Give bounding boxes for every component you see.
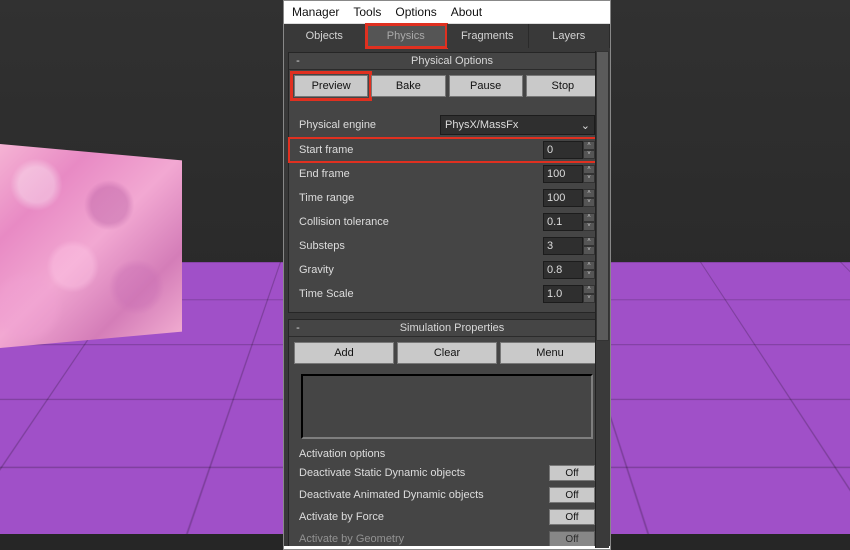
group-header-sim-props[interactable]: - Simulation Properties xyxy=(289,320,605,337)
row-gravity: Gravity ˄˅ xyxy=(289,258,605,282)
group-physical-options: - Physical Options Preview Bake Pause St… xyxy=(288,52,606,313)
group-title: Physical Options xyxy=(303,55,601,67)
add-button[interactable]: Add xyxy=(294,342,394,364)
row-time-scale: Time Scale ˄˅ xyxy=(289,282,605,306)
label-physical-engine: Physical engine xyxy=(299,119,440,131)
label-deact-static: Deactivate Static Dynamic objects xyxy=(299,467,549,479)
substeps-spinner[interactable]: ˄˅ xyxy=(543,237,595,255)
row-deact-static: Deactivate Static Dynamic objects Off xyxy=(289,462,605,484)
panel-body: - Physical Options Preview Bake Pause St… xyxy=(284,48,610,546)
menu-options[interactable]: Options xyxy=(395,5,436,19)
spin-up-icon[interactable]: ˄ xyxy=(583,213,595,222)
label-time-scale: Time Scale xyxy=(299,288,543,300)
collapse-icon[interactable]: - xyxy=(293,55,303,67)
clear-button[interactable]: Clear xyxy=(397,342,497,364)
spin-down-icon[interactable]: ˅ xyxy=(583,270,595,279)
activate-force-toggle[interactable]: Off xyxy=(549,509,595,525)
bake-button[interactable]: Bake xyxy=(371,75,445,97)
row-end-frame: End frame ˄˅ xyxy=(289,162,605,186)
row-activate-geometry: Activate by Geometry Off xyxy=(289,528,605,546)
preview-button[interactable]: Preview xyxy=(294,75,368,97)
spin-down-icon[interactable]: ˅ xyxy=(583,174,595,183)
label-gravity: Gravity xyxy=(299,264,543,276)
spin-down-icon[interactable]: ˅ xyxy=(583,222,595,231)
group-simulation-properties: - Simulation Properties Add Clear Menu A… xyxy=(288,319,606,546)
spin-up-icon[interactable]: ˄ xyxy=(583,285,595,294)
label-collision-tolerance: Collision tolerance xyxy=(299,216,543,228)
time-scale-spinner[interactable]: ˄˅ xyxy=(543,285,595,303)
tab-fragments[interactable]: Fragments xyxy=(447,24,529,48)
start-frame-input[interactable] xyxy=(543,141,583,159)
spin-up-icon[interactable]: ˄ xyxy=(583,261,595,270)
physics-panel-window: Manager Tools Options About Objects Phys… xyxy=(283,0,611,550)
substeps-input[interactable] xyxy=(543,237,583,255)
tab-objects[interactable]: Objects xyxy=(284,24,366,48)
pause-button[interactable]: Pause xyxy=(449,75,523,97)
row-substeps: Substeps ˄˅ xyxy=(289,234,605,258)
spin-down-icon[interactable]: ˅ xyxy=(583,150,595,159)
spin-up-icon[interactable]: ˄ xyxy=(583,237,595,246)
scrollbar-thumb[interactable] xyxy=(596,51,609,341)
spin-down-icon[interactable]: ˅ xyxy=(583,246,595,255)
deact-static-toggle[interactable]: Off xyxy=(549,465,595,481)
physical-engine-value: PhysX/MassFx xyxy=(445,119,518,131)
collapse-icon[interactable]: - xyxy=(293,322,303,334)
collision-tolerance-input[interactable] xyxy=(543,213,583,231)
chevron-down-icon: ⌄ xyxy=(581,119,590,132)
tab-bar: Objects Physics Fragments Layers xyxy=(284,24,610,48)
label-activate-geometry: Activate by Geometry xyxy=(299,533,549,545)
row-deact-animated: Deactivate Animated Dynamic objects Off xyxy=(289,484,605,506)
stop-button[interactable]: Stop xyxy=(526,75,600,97)
tab-layers[interactable]: Layers xyxy=(529,24,611,48)
spin-down-icon[interactable]: ˅ xyxy=(583,198,595,207)
fractured-cube-object xyxy=(0,144,182,348)
label-time-range: Time range xyxy=(299,192,543,204)
menu-bar: Manager Tools Options About xyxy=(284,1,610,24)
physical-engine-select[interactable]: PhysX/MassFx ⌄ xyxy=(440,115,595,135)
label-activate-force: Activate by Force xyxy=(299,511,549,523)
group-title: Simulation Properties xyxy=(303,322,601,334)
label-end-frame: End frame xyxy=(299,168,543,180)
deact-animated-toggle[interactable]: Off xyxy=(549,487,595,503)
sim-props-button-row: Add Clear Menu xyxy=(289,337,605,369)
menu-manager[interactable]: Manager xyxy=(292,5,339,19)
activation-options-header: Activation options xyxy=(289,444,605,462)
menu-button[interactable]: Menu xyxy=(500,342,600,364)
end-frame-spinner[interactable]: ˄˅ xyxy=(543,165,595,183)
row-start-frame: Start frame ˄˅ xyxy=(289,138,605,162)
label-deact-animated: Deactivate Animated Dynamic objects xyxy=(299,489,549,501)
label-start-frame: Start frame xyxy=(299,144,543,156)
time-range-input[interactable] xyxy=(543,189,583,207)
menu-tools[interactable]: Tools xyxy=(353,5,381,19)
row-activate-force: Activate by Force Off xyxy=(289,506,605,528)
spin-up-icon[interactable]: ˄ xyxy=(583,189,595,198)
gravity-input[interactable] xyxy=(543,261,583,279)
menu-about[interactable]: About xyxy=(451,5,482,19)
properties-listbox[interactable] xyxy=(301,374,593,439)
row-time-range: Time range ˄˅ xyxy=(289,186,605,210)
spin-up-icon[interactable]: ˄ xyxy=(583,165,595,174)
time-scale-input[interactable] xyxy=(543,285,583,303)
panel-scrollbar[interactable] xyxy=(595,51,609,548)
row-collision-tolerance: Collision tolerance ˄˅ xyxy=(289,210,605,234)
sim-control-row: Preview Bake Pause Stop xyxy=(289,70,605,102)
row-physical-engine: Physical engine PhysX/MassFx ⌄ xyxy=(289,112,605,138)
collision-tolerance-spinner[interactable]: ˄˅ xyxy=(543,213,595,231)
spin-down-icon[interactable]: ˅ xyxy=(583,294,595,303)
tab-physics[interactable]: Physics xyxy=(366,24,448,48)
label-substeps: Substeps xyxy=(299,240,543,252)
activate-geometry-toggle[interactable]: Off xyxy=(549,531,595,546)
end-frame-input[interactable] xyxy=(543,165,583,183)
start-frame-spinner[interactable]: ˄˅ xyxy=(543,141,595,159)
gravity-spinner[interactable]: ˄˅ xyxy=(543,261,595,279)
time-range-spinner[interactable]: ˄˅ xyxy=(543,189,595,207)
group-header-physical-options[interactable]: - Physical Options xyxy=(289,53,605,70)
spin-up-icon[interactable]: ˄ xyxy=(583,141,595,150)
